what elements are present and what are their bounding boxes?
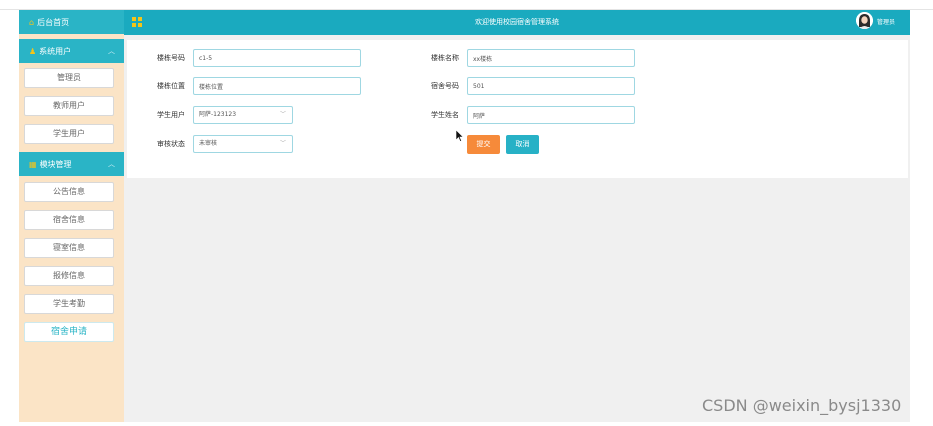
building-name-input[interactable] [467, 49, 635, 67]
building-name-label: 楼栋名称 [431, 54, 459, 62]
student-user-select[interactable]: 阿萨-123123 ﹀ [193, 106, 293, 124]
sidebar-section-label: 系统用户 [39, 46, 72, 56]
room-no-label: 宿舍号码 [431, 82, 459, 90]
building-no-input[interactable] [193, 49, 361, 67]
sidebar-item-room-info[interactable]: 寝室信息 [24, 238, 114, 258]
student-name-label: 学生姓名 [431, 111, 459, 119]
grid-icon: ▦ [29, 159, 37, 169]
app-frame: ⌂ 后台首页 ♟ 系统用户 ︿ 管理员 教师用户 学生用户 ▦ 模块管理 ︿ 公… [19, 10, 910, 422]
building-location-input[interactable] [193, 77, 361, 95]
sidebar-item-notices[interactable]: 公告信息 [24, 182, 114, 202]
student-name-input[interactable] [467, 106, 635, 124]
submit-button[interactable]: 提交 [467, 135, 500, 154]
home-icon: ⌂ [29, 17, 35, 27]
chevron-up-icon: ︿ [108, 47, 115, 55]
audit-status-select[interactable]: 未审核 ﹀ [193, 135, 293, 153]
sidebar-section-modules[interactable]: ▦ 模块管理 ︿ [19, 152, 124, 176]
chevron-down-icon: ﹀ [279, 140, 286, 147]
sidebar-item-student-users[interactable]: 学生用户 [24, 124, 114, 144]
sidebar-item-attendance[interactable]: 学生考勤 [24, 294, 114, 314]
window-top-edge [0, 0, 933, 10]
room-no-input[interactable] [467, 77, 635, 95]
sidebar-item-repair-info[interactable]: 报修信息 [24, 266, 114, 286]
chevron-down-icon: ﹀ [279, 111, 286, 118]
dorm-application-form: 楼栋号码 楼栋名称 楼栋位置 宿舍号码 学生用户 阿萨-123123 ﹀ 学生姓… [127, 40, 908, 178]
system-title: 欢迎使用校园宿舍管理系统 [475, 18, 559, 26]
sidebar-item-dorm-info[interactable]: 宿舍信息 [24, 210, 114, 230]
mouse-cursor-icon [456, 130, 464, 142]
watermark: CSDN @weixin_bysj1330 [702, 396, 902, 415]
chevron-up-icon: ︿ [108, 160, 115, 168]
building-no-label: 楼栋号码 [157, 54, 185, 62]
sidebar: ⌂ 后台首页 ♟ 系统用户 ︿ 管理员 教师用户 学生用户 ▦ 模块管理 ︿ 公… [19, 10, 124, 422]
student-user-label: 学生用户 [157, 111, 185, 119]
building-location-label: 楼栋位置 [157, 82, 185, 90]
sidebar-section-label: 模块管理 [39, 159, 72, 169]
top-bar: 欢迎使用校园宿舍管理系统 管理员 [124, 10, 910, 35]
cancel-button[interactable]: 取消 [506, 135, 539, 154]
sidebar-item-teacher-users[interactable]: 教师用户 [24, 96, 114, 116]
audit-status-label: 审核状态 [157, 140, 185, 148]
avatar[interactable] [856, 12, 873, 29]
sidebar-home-label: 后台首页 [37, 17, 70, 27]
current-user-name[interactable]: 管理员 [877, 10, 895, 35]
user-icon: ♟ [29, 46, 37, 56]
sidebar-item-admin[interactable]: 管理员 [24, 68, 114, 88]
sidebar-section-system-users[interactable]: ♟ 系统用户 ︿ [19, 39, 124, 63]
sidebar-home[interactable]: ⌂ 后台首页 [19, 10, 124, 34]
sidebar-item-dorm-application[interactable]: 宿舍申请 [24, 322, 114, 342]
